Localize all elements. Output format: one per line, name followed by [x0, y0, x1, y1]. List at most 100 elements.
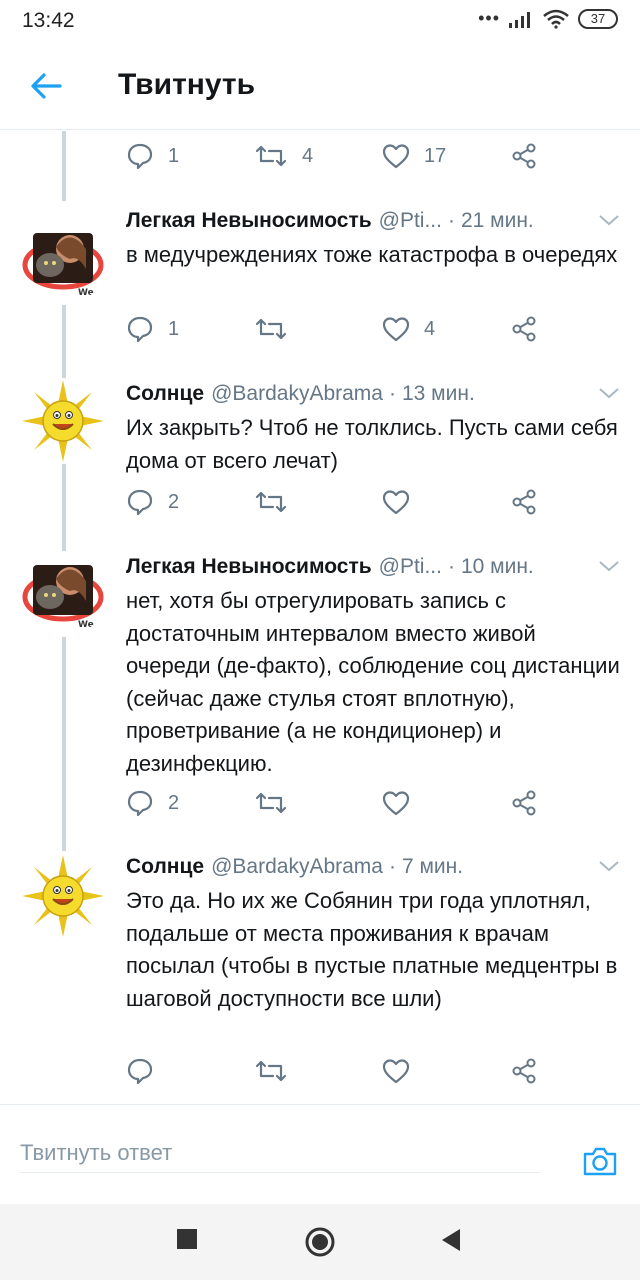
system-nav-bar — [0, 1204, 640, 1280]
retweet-icon — [255, 1060, 287, 1082]
author-name[interactable]: Легкая Невыносимость — [126, 209, 372, 233]
retweet-icon — [255, 491, 287, 513]
triangle-left-icon[interactable] — [440, 1228, 462, 1252]
like-button[interactable] — [382, 783, 424, 823]
arrow-left-icon[interactable] — [28, 68, 64, 104]
heart-icon — [382, 317, 410, 342]
share-button[interactable] — [510, 1051, 538, 1091]
like-button[interactable]: 17 — [382, 136, 446, 176]
status-time: 13:42 — [22, 9, 75, 32]
signal-icon — [509, 11, 530, 28]
tweet-time: 21 мин. — [460, 209, 534, 232]
camera-icon[interactable] — [582, 1145, 618, 1177]
tweet-time: 13 мин. — [401, 382, 475, 405]
tweet[interactable]: We Легкая Невыносимость @Pti... · 21 мин… — [0, 205, 640, 375]
tweet-header: Солнце @BardakyAbrama · 13 мин. — [126, 378, 620, 410]
tweet-text: в медучреждениях тоже катастрофа в очере… — [126, 242, 618, 267]
wifi-icon — [543, 9, 569, 29]
share-button[interactable] — [510, 136, 538, 176]
share-icon — [512, 790, 536, 816]
like-count: 4 — [424, 317, 436, 340]
share-button[interactable] — [510, 309, 538, 349]
like-button[interactable] — [382, 482, 424, 522]
battery-icon: 37 — [578, 8, 618, 29]
reply-input[interactable]: Твитнуть ответ — [20, 1133, 540, 1173]
heart-icon — [382, 144, 410, 169]
sun-avatar-image — [22, 380, 104, 462]
share-icon — [512, 143, 536, 169]
reply-button[interactable]: 2 — [126, 482, 179, 522]
svg-text:We: We — [78, 620, 94, 630]
author-handle[interactable]: @Pti... — [379, 209, 442, 233]
reply-count: 1 — [168, 144, 180, 167]
chevron-down-icon[interactable] — [598, 859, 620, 873]
speech-bubble-icon — [127, 489, 153, 516]
author-name[interactable]: Солнце — [126, 855, 204, 879]
reply-count: 2 — [168, 791, 180, 814]
reply-button[interactable]: 1 — [126, 136, 179, 176]
author-name[interactable]: Легкая Невыносимость — [126, 555, 372, 579]
reply-bar: Твитнуть ответ — [0, 1104, 640, 1204]
tweet[interactable]: Солнце @BardakyAbrama · 13 мин. Их закры… — [0, 378, 640, 548]
tweet-actions: 2 — [126, 783, 546, 823]
separator-dot: · — [388, 855, 396, 878]
avatar[interactable] — [20, 378, 106, 464]
tweet-header: Легкая Невыносимость @Pti... · 21 мин. — [126, 205, 620, 237]
retweet-button[interactable] — [254, 309, 302, 349]
square-icon[interactable] — [176, 1228, 198, 1250]
share-icon — [512, 1058, 536, 1084]
share-button[interactable] — [510, 482, 538, 522]
speech-bubble-icon — [127, 143, 153, 170]
author-handle[interactable]: @BardakyAbrama — [211, 855, 383, 879]
separator-dot: · — [447, 555, 455, 578]
sun-avatar-image — [22, 855, 104, 937]
svg-text:We: We — [78, 288, 94, 298]
tweet-actions: 1 4 — [126, 309, 546, 349]
heart-icon — [382, 490, 410, 515]
tweet[interactable]: We Легкая Невыносимость @Pti... · 10 мин… — [0, 551, 640, 851]
tweet[interactable]: Солнце @BardakyAbrama · 7 мин. Это да. Н… — [0, 851, 640, 1104]
tweet-header: Легкая Невыносимость @Pti... · 10 мин. — [126, 551, 620, 583]
tweet-text: Их закрыть? Чтоб не толклись. Пусть сами… — [126, 415, 618, 473]
speech-bubble-icon — [127, 790, 153, 817]
separator-dot: · — [447, 209, 455, 232]
tweet-text: Это да. Но их же Собянин три года уплотн… — [126, 888, 618, 1011]
share-icon — [512, 316, 536, 342]
avatar-image: We — [22, 233, 104, 298]
like-button[interactable] — [382, 1051, 424, 1091]
share-button[interactable] — [510, 783, 538, 823]
reply-button[interactable] — [126, 1051, 168, 1091]
retweet-button[interactable] — [254, 482, 302, 522]
avatar[interactable]: We — [20, 219, 106, 305]
tweet-text: нет, хотя бы отрегулировать запись с дос… — [126, 588, 620, 776]
reply-count: 2 — [168, 490, 180, 513]
tweet-actions — [126, 1051, 546, 1091]
chevron-down-icon[interactable] — [598, 213, 620, 227]
chevron-down-icon[interactable] — [598, 386, 620, 400]
like-button[interactable]: 4 — [382, 309, 435, 349]
retweet-button[interactable] — [254, 783, 302, 823]
retweet-button[interactable] — [254, 1051, 302, 1091]
retweet-icon — [255, 145, 287, 167]
speech-bubble-icon — [127, 1058, 153, 1085]
reply-button[interactable]: 1 — [126, 309, 179, 349]
avatar[interactable]: We — [20, 551, 106, 637]
tweet-actions: 2 — [126, 482, 546, 522]
tweet-time: 7 мин. — [401, 855, 464, 878]
tweet-feed[interactable]: 1 4 17 We Легкая Невыносимость @Pti... ·… — [0, 131, 640, 1104]
retweet-button[interactable]: 4 — [254, 136, 313, 176]
retweet-icon — [255, 792, 287, 814]
chevron-down-icon[interactable] — [598, 559, 620, 573]
circle-icon[interactable] — [304, 1226, 336, 1258]
reply-button[interactable]: 2 — [126, 783, 179, 823]
tweet-time: 10 мин. — [460, 555, 534, 578]
author-handle[interactable]: @BardakyAbrama — [211, 382, 383, 406]
heart-icon — [382, 791, 410, 816]
more-dots-icon: ••• — [478, 8, 500, 28]
thread-line — [62, 131, 66, 201]
tweet-actions: 1 4 17 — [126, 136, 546, 176]
author-name[interactable]: Солнце — [126, 382, 204, 406]
author-handle[interactable]: @Pti... — [379, 555, 442, 579]
share-icon — [512, 489, 536, 515]
avatar[interactable] — [20, 853, 106, 939]
